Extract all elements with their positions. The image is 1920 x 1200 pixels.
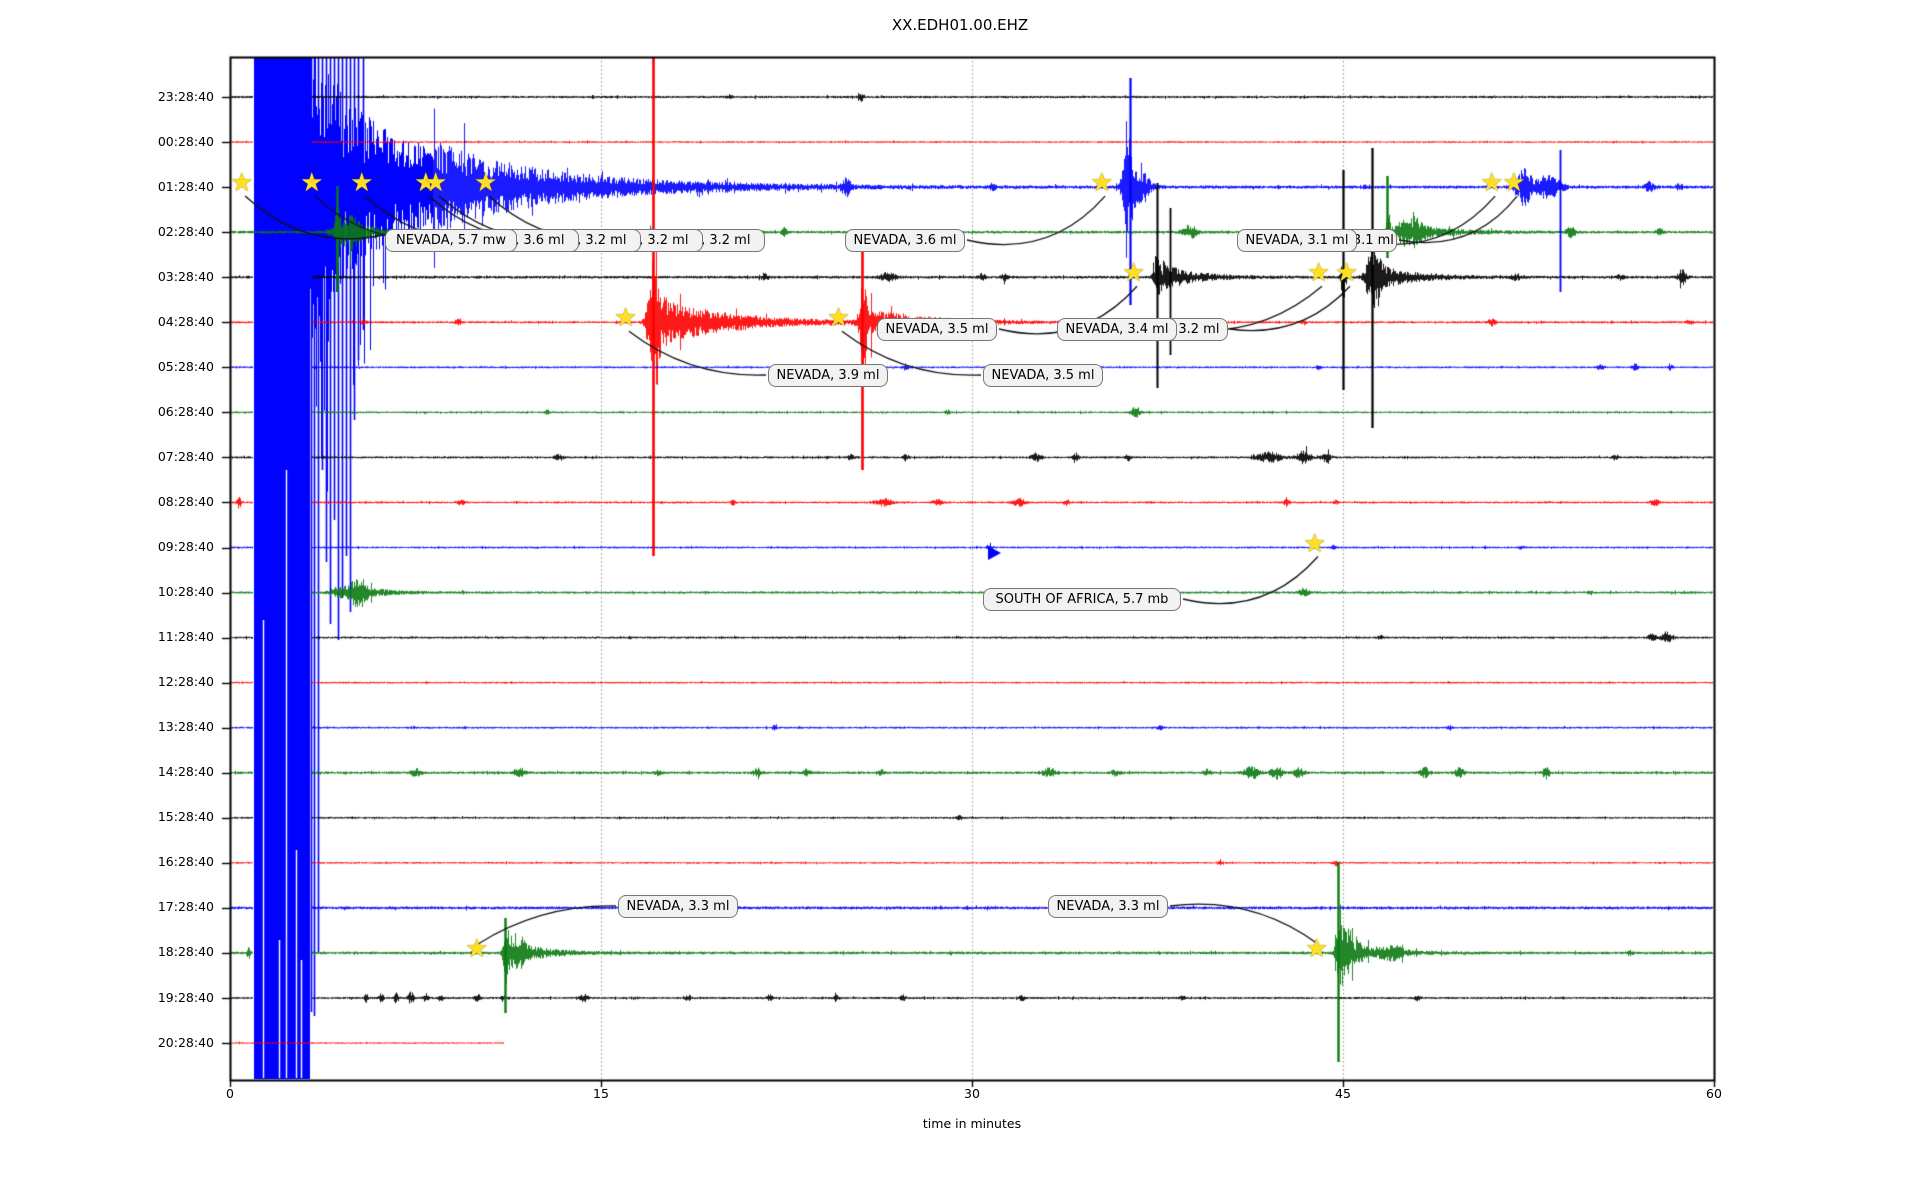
y-tick-label: 04:28:40 — [157, 313, 214, 329]
y-tick-label: 20:28:40 — [157, 1034, 214, 1050]
event-star-icon: ★ — [350, 168, 374, 199]
y-tick-label: 16:28:40 — [157, 854, 214, 870]
y-tick-label: 23:28:40 — [157, 88, 214, 104]
event-label: NEVADA, 3.5 ml — [877, 318, 997, 341]
event-star-icon: ★ — [465, 933, 489, 964]
y-tick-label: 11:28:40 — [157, 629, 214, 645]
event-star-icon: ★ — [230, 168, 254, 199]
event-label: NEVADA, 3.9 ml — [768, 364, 888, 387]
event-star-icon: ★ — [1502, 168, 1526, 199]
event-star-icon: ★ — [613, 303, 638, 334]
y-tick-label: 07:28:40 — [157, 448, 214, 464]
y-tick-label: 12:28:40 — [157, 674, 214, 690]
y-tick-label: 01:28:40 — [157, 178, 214, 194]
event-star-icon: ★ — [826, 303, 851, 334]
event-star-icon: ★ — [473, 168, 498, 199]
event-star-icon: ★ — [1334, 258, 1359, 289]
y-tick-label: 10:28:40 — [157, 584, 214, 600]
event-star-icon: ★ — [424, 168, 448, 199]
event-star-icon: ★ — [1121, 258, 1146, 289]
figure-title: XX.EDH01.00.EHZ — [891, 16, 1029, 34]
event-label: SOUTH OF AFRICA, 5.7 mb — [983, 588, 1181, 611]
x-axis-title: time in minutes — [922, 1116, 1022, 1131]
y-tick-label: 00:28:40 — [157, 133, 214, 149]
y-tick-label: 06:28:40 — [157, 403, 214, 419]
y-tick-label: 03:28:40 — [157, 268, 214, 284]
event-star-icon: ★ — [1090, 168, 1114, 199]
event-label: NEVADA, 3.4 ml — [1057, 318, 1177, 341]
event-label: NEVADA, 3.6 ml — [845, 229, 965, 252]
x-tick-label: 30 — [964, 1086, 980, 1101]
event-star-icon: ★ — [1305, 933, 1329, 964]
event-label: NEVADA, 3.3 ml — [618, 895, 738, 918]
y-tick-label: 19:28:40 — [157, 989, 214, 1005]
helicorder-figure: XX.EDH01.00.EHZ 23:28:40 00:28:40 01:28:40… — [0, 0, 1920, 1200]
seismogram-plot — [0, 0, 1920, 1200]
y-tick-label: 18:28:40 — [157, 944, 214, 960]
event-star-icon: ★ — [1306, 258, 1331, 289]
event-star-icon: ★ — [1303, 528, 1327, 559]
x-tick-label: 60 — [1706, 1086, 1722, 1101]
y-tick-label: 09:28:40 — [157, 539, 214, 554]
x-tick-label: 15 — [593, 1086, 609, 1101]
event-star-icon: ★ — [300, 168, 324, 199]
x-tick-label: 45 — [1335, 1086, 1351, 1101]
event-label: NEVADA, 3.1 ml — [1237, 229, 1357, 252]
x-tick-label: 0 — [226, 1086, 234, 1101]
event-star-icon: ★ — [1480, 168, 1504, 199]
y-tick-label: 02:28:40 — [157, 223, 214, 239]
y-tick-label: 14:28:40 — [157, 764, 214, 780]
event-label: NEVADA, 3.5 ml — [983, 364, 1103, 387]
event-label: NEVADA, 5.7 mw — [385, 229, 517, 252]
y-tick-label: 13:28:40 — [157, 719, 214, 735]
y-tick-label: 15:28:40 — [157, 809, 214, 825]
event-label: NEVADA, 3.3 ml — [1048, 895, 1168, 918]
y-tick-label: 17:28:40 — [157, 899, 214, 915]
y-tick-label: 08:28:40 — [157, 493, 214, 509]
y-tick-label: 05:28:40 — [157, 358, 214, 374]
